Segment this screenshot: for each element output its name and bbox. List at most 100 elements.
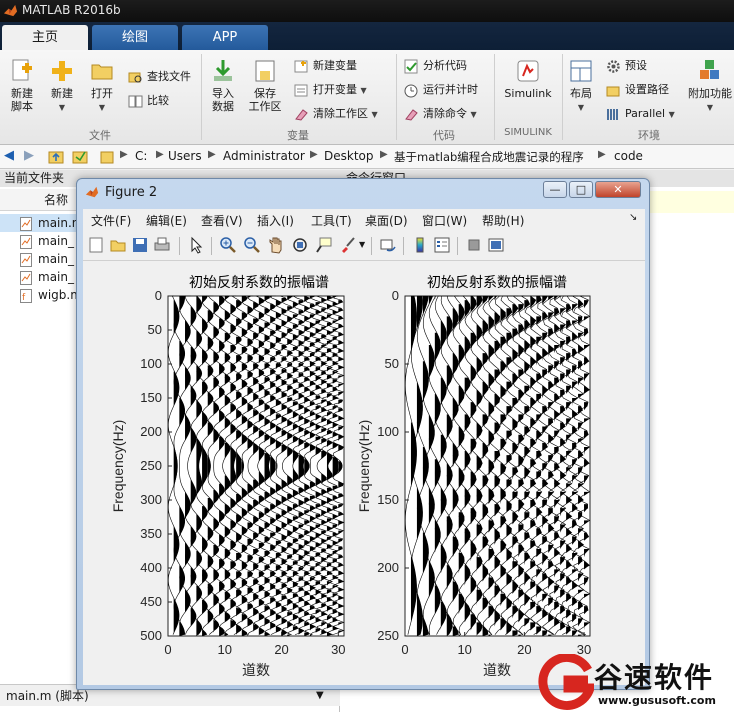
new-button[interactable]: 新建 ▼ (46, 58, 78, 114)
clear-commands-dropdown-icon[interactable]: ▼ (471, 110, 477, 119)
menu-desktop[interactable]: 桌面(D) (365, 212, 408, 229)
brush-icon[interactable] (339, 236, 357, 254)
analyze-code-button[interactable]: 分析代码 (404, 56, 467, 76)
open-file-icon[interactable] (109, 236, 127, 254)
parallel-button[interactable]: Parallel ▼ (606, 104, 675, 124)
menu-file[interactable]: 文件(F) (91, 212, 131, 229)
layout-button[interactable]: 布局 ▼ (566, 58, 596, 114)
preferences-button[interactable]: 预设 (606, 56, 647, 76)
window-title: MATLAB R2016b (22, 3, 121, 17)
new-variable-button[interactable]: 新建变量 (294, 56, 357, 76)
addons-button[interactable]: 附加功能 ▼ (688, 58, 732, 114)
hide-plot-tools-icon[interactable] (465, 236, 483, 254)
browse-folder-icon[interactable] (72, 149, 88, 164)
tab-plots[interactable]: 绘图 (92, 25, 178, 50)
forward-arrow-icon[interactable]: ▶ (24, 148, 34, 163)
axes-left[interactable]: 初始反射系数的振幅谱 05010015020025030035040045050… (110, 274, 346, 679)
rotate-3d-icon[interactable] (291, 236, 309, 254)
figure-plots[interactable]: 初始反射系数的振幅谱 05010015020025030035040045050… (83, 261, 645, 685)
close-button[interactable]: ✕ (595, 181, 641, 198)
path-segment[interactable]: code (614, 149, 643, 163)
clear-commands-button[interactable]: 清除命令 ▼ (404, 104, 477, 124)
function-file-icon: f (20, 288, 32, 303)
open-dropdown-icon[interactable]: ▼ (99, 103, 105, 112)
run-and-time-icon (404, 84, 418, 97)
menu-window[interactable]: 窗口(W) (422, 212, 467, 229)
path-separator-icon: ▶ (598, 149, 606, 160)
menu-help[interactable]: 帮助(H) (482, 212, 524, 229)
back-arrow-icon[interactable]: ◀ (4, 148, 14, 163)
pan-icon[interactable] (267, 236, 285, 254)
path-segment[interactable]: Users (168, 149, 202, 163)
save-workspace-label: 保存 工作区 (248, 87, 282, 113)
menu-edit[interactable]: 编辑(E) (146, 212, 187, 229)
layout-dropdown-icon[interactable]: ▼ (578, 103, 584, 112)
find-files-button[interactable]: 查找文件 (128, 67, 191, 87)
path-drive[interactable]: C: (135, 149, 147, 163)
toolbar-separator (211, 237, 212, 255)
axes-left-yticks: 0 50 100 150 200 250 300 350 400 450 500 (140, 288, 172, 643)
layout-icon (570, 60, 592, 82)
save-workspace-button[interactable]: 保存 工作区 (246, 58, 284, 113)
new-script-label: 新建 脚本 (11, 87, 33, 113)
script-file-icon (20, 270, 32, 285)
tab-home[interactable]: 主页 (2, 25, 88, 50)
open-variable-button[interactable]: 打开变量 ▼ (294, 80, 367, 100)
save-workspace-icon (255, 60, 275, 82)
compare-label: 比较 (147, 94, 169, 107)
new-figure-icon[interactable] (87, 236, 105, 254)
path-separator-icon: ▶ (380, 149, 388, 160)
open-variable-dropdown-icon[interactable]: ▼ (361, 86, 367, 95)
zoom-in-icon[interactable] (219, 236, 237, 254)
ribbon-toolstrip: 新建 脚本 新建 ▼ 打开 ▼ 查找文件 比较 文件 导入 数据 保存 工作区 新建… (0, 50, 734, 145)
set-path-button[interactable]: 设置路径 (606, 80, 669, 100)
tab-apps[interactable]: APP (182, 25, 268, 50)
pointer-icon[interactable] (187, 236, 205, 254)
clear-workspace-dropdown-icon[interactable]: ▼ (372, 110, 378, 119)
zoom-out-icon[interactable] (243, 236, 261, 254)
simulink-button[interactable]: Simulink (500, 58, 556, 100)
addons-dropdown-icon[interactable]: ▼ (707, 103, 713, 112)
menu-view[interactable]: 查看(V) (201, 212, 243, 229)
compare-button[interactable]: 比较 (128, 91, 169, 111)
addons-label: 附加功能 (688, 87, 732, 100)
new-script-button[interactable]: 新建 脚本 (6, 58, 38, 113)
maximize-button[interactable]: □ (569, 181, 593, 198)
open-button[interactable]: 打开 ▼ (86, 58, 118, 114)
script-file-icon (20, 234, 32, 249)
clear-commands-icon (405, 108, 418, 121)
toolbar-separator (403, 237, 404, 255)
clear-workspace-button[interactable]: 清除工作区 ▼ (294, 104, 378, 124)
legend-icon[interactable] (433, 236, 451, 254)
toolbar-separator (457, 237, 458, 255)
menu-tools[interactable]: 工具(T) (311, 212, 352, 229)
dock-arrow-icon[interactable]: ↘ (629, 212, 637, 223)
menu-insert[interactable]: 插入(I) (257, 212, 294, 229)
path-segment[interactable]: Desktop (324, 149, 374, 163)
colorbar-icon[interactable] (411, 236, 429, 254)
minimize-button[interactable]: — (543, 181, 567, 198)
folder-icon (100, 151, 114, 164)
print-icon[interactable] (153, 236, 171, 254)
new-dropdown-icon[interactable]: ▼ (59, 103, 65, 112)
show-plot-tools-icon[interactable] (487, 236, 505, 254)
axes-right[interactable]: 初始反射系数的振幅谱 050100150200250 0 10 20 30 Frequ… (356, 274, 591, 679)
up-folder-icon[interactable] (48, 149, 64, 164)
figure-window[interactable]: Figure 2 — □ ✕ 文件(F) 编辑(E) 查看(V) 插入(I) 工… (76, 178, 650, 690)
ytick-label: 250 (377, 628, 399, 643)
gear-icon (607, 59, 620, 73)
save-icon[interactable] (131, 236, 149, 254)
run-and-time-button[interactable]: 运行并计时 (404, 80, 478, 100)
new-plus-icon (52, 61, 72, 81)
code-group-label: 代码 (433, 129, 455, 142)
data-cursor-icon[interactable] (315, 236, 333, 254)
link-icon[interactable] (379, 236, 397, 254)
import-data-label: 导入 数据 (212, 87, 234, 113)
brush-dropdown-icon[interactable]: ▼ (359, 240, 365, 249)
path-segment[interactable]: Administrator (223, 149, 305, 163)
parallel-dropdown-icon[interactable]: ▼ (669, 110, 675, 119)
ytick-label: 450 (140, 594, 162, 609)
path-segment[interactable]: 基于matlab编程合成地震记录的程序 (394, 149, 584, 165)
import-data-button[interactable]: 导入 数据 (206, 58, 240, 113)
ytick-label: 400 (140, 560, 162, 575)
